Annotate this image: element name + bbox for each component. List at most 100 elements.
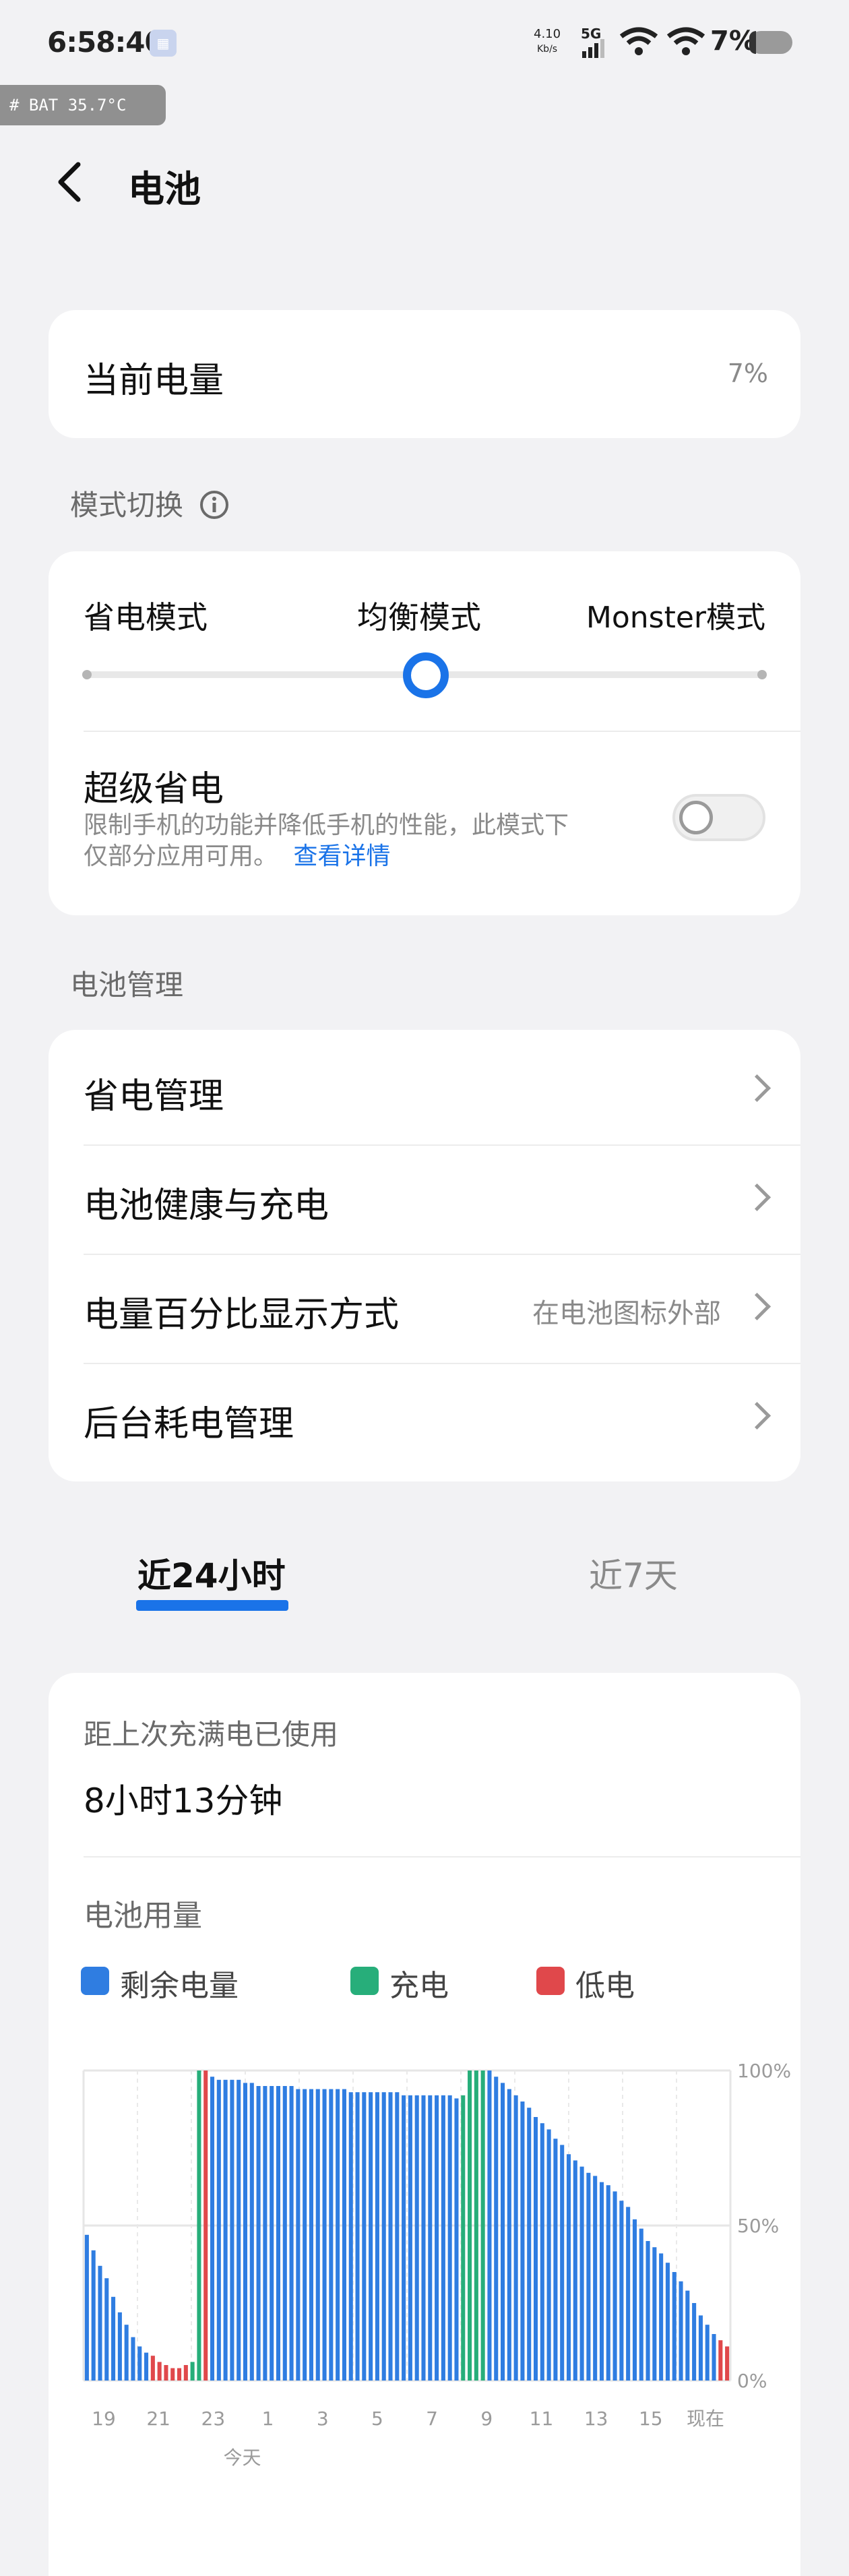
- battery-icon: [749, 31, 792, 54]
- chart-bar: [243, 2083, 248, 2381]
- chart-bar: [560, 2145, 565, 2381]
- view-details-link[interactable]: 查看详情: [293, 842, 390, 870]
- clock: 6:58:40: [47, 26, 164, 59]
- super-save-toggle[interactable]: [672, 794, 765, 841]
- row-label: 电量百分比显示方式: [84, 1295, 400, 1335]
- mode-label-save[interactable]: 省电模式: [84, 593, 208, 638]
- y-tick-label: 0%: [737, 2370, 767, 2392]
- current-level-card: 当前电量 7%: [49, 310, 800, 438]
- battery-temp-overlay: # BAT 35.7°C: [0, 85, 166, 125]
- chart-bar: [665, 2263, 670, 2381]
- chart-bar: [369, 2092, 373, 2381]
- chevron-right-icon: [743, 1074, 772, 1103]
- chart-bar: [414, 2095, 419, 2381]
- chart-bar: [659, 2253, 664, 2381]
- chart-bar: [494, 2077, 499, 2381]
- chart-bar: [573, 2160, 577, 2381]
- chart-bar: [223, 2079, 228, 2381]
- chart-bar: [348, 2092, 353, 2381]
- x-tick-label: 13: [584, 2408, 608, 2430]
- chart-bar: [276, 2086, 281, 2381]
- mode-label-monster[interactable]: Monster模式: [586, 593, 765, 636]
- notification-icon: ▦: [150, 30, 177, 57]
- chart-bar: [303, 2089, 307, 2381]
- chart-bar: [131, 2337, 135, 2381]
- x-tick-label: 3: [317, 2408, 329, 2430]
- chart-bar: [435, 2095, 439, 2381]
- chart-y-ticks: 100% 50% 0%: [737, 2060, 791, 2392]
- divider: [84, 731, 800, 732]
- chart-bar: [652, 2247, 657, 2381]
- percent-display-row[interactable]: 电量百分比显示方式 在电池图标外部: [49, 1255, 800, 1363]
- chart-bar: [111, 2296, 116, 2381]
- network-type: 5G: [581, 26, 608, 59]
- network-type-label: 5G: [581, 26, 602, 42]
- legend-remaining-swatch: [81, 1967, 109, 1995]
- chart-bar: [441, 2095, 445, 2381]
- chart-bar: [428, 2095, 433, 2381]
- chart-x-ticks: 19 21 23 1 3 5 7 9 11 13 15 现在今天: [92, 2408, 724, 2469]
- tab-24-hours[interactable]: 近24小时: [137, 1549, 286, 1597]
- usage-label: 电池用量: [84, 1899, 202, 1933]
- chart-bar: [679, 2281, 683, 2381]
- mode-slider-thumb[interactable]: [403, 652, 449, 698]
- legend-charging-label: 充电: [389, 1969, 449, 2003]
- row-label: 电池健康与充电: [84, 1186, 329, 1226]
- signal-icon: [582, 39, 604, 58]
- x-tick-label: 9: [480, 2408, 493, 2430]
- mode-label-balanced[interactable]: 均衡模式: [357, 593, 481, 638]
- usage-card: 距上次充满电已使用 8小时13分钟 电池用量 剩余电量 充电 低电 100% 50…: [49, 1673, 800, 2576]
- chart-bar: [586, 2172, 591, 2381]
- chart-bar: [487, 2071, 492, 2381]
- super-save-title: 超级省电: [84, 769, 224, 809]
- x-tick-label: 现在: [687, 2408, 724, 2430]
- chart-bar: [381, 2092, 386, 2381]
- chart-bar: [98, 2265, 102, 2381]
- page-title: 电池: [128, 168, 201, 210]
- network-speed: 4.10 Kb/s: [534, 27, 561, 57]
- chart-bar: [210, 2077, 215, 2381]
- chart-bar: [230, 2079, 234, 2381]
- back-arrow-icon[interactable]: [51, 160, 88, 204]
- chart-bar: [480, 2071, 485, 2381]
- wifi-icon: [619, 27, 658, 55]
- tab-active-indicator: [136, 1600, 288, 1611]
- chart-bar: [395, 2092, 400, 2381]
- wifi-icon-2: [666, 27, 705, 55]
- network-speed-value: 4.10: [534, 27, 561, 41]
- battery-usage-chart: 100%50%0% 19 21 23 1 3 5 7 9 11 13 15 现在今天: [82, 2060, 791, 2469]
- super-save-desc-2: 仅部分应用可用。: [84, 842, 278, 870]
- management-section-label: 电池管理: [70, 969, 184, 1002]
- power-save-management-row[interactable]: 省电管理: [49, 1030, 800, 1144]
- row-value: 在电池图标外部: [532, 1298, 721, 1329]
- x-tick-label: 11: [530, 2408, 554, 2430]
- chart-bar: [685, 2290, 690, 2381]
- super-save-desc-1: 限制手机的功能并降低手机的性能，此模式下: [84, 811, 569, 839]
- status-bar: 6:58:40 ▦ 4.10 Kb/s 5G 7%: [0, 0, 849, 74]
- row-label: 后台耗电管理: [84, 1404, 294, 1444]
- battery-health-row[interactable]: 电池健康与充电: [49, 1146, 800, 1254]
- chart-bar: [296, 2089, 301, 2381]
- info-icon[interactable]: [199, 489, 230, 520]
- chart-bar: [639, 2228, 643, 2381]
- x-tick-label: 15: [639, 2408, 663, 2430]
- chart-bar: [527, 2108, 532, 2381]
- divider: [84, 1856, 800, 1858]
- chart-bar: [190, 2362, 195, 2381]
- chart-bar: [282, 2086, 287, 2381]
- background-usage-row[interactable]: 后台耗电管理: [49, 1364, 800, 1479]
- chevron-right-icon: [743, 1401, 772, 1430]
- chart-bar: [606, 2185, 610, 2381]
- chart-bar: [144, 2352, 149, 2381]
- chart-bar: [454, 2098, 459, 2381]
- chart-bar: [599, 2182, 604, 2381]
- x-tick-label: 23: [201, 2408, 226, 2430]
- chart-bar: [712, 2334, 716, 2381]
- chart-bar: [362, 2092, 367, 2381]
- chart-bar: [137, 2346, 142, 2381]
- chart-bar: [692, 2303, 697, 2381]
- chart-bar: [249, 2083, 254, 2381]
- chart-bar: [705, 2325, 710, 2381]
- tab-7-days[interactable]: 近7天: [589, 1549, 678, 1597]
- legend-low-label: 低电: [575, 1969, 635, 2003]
